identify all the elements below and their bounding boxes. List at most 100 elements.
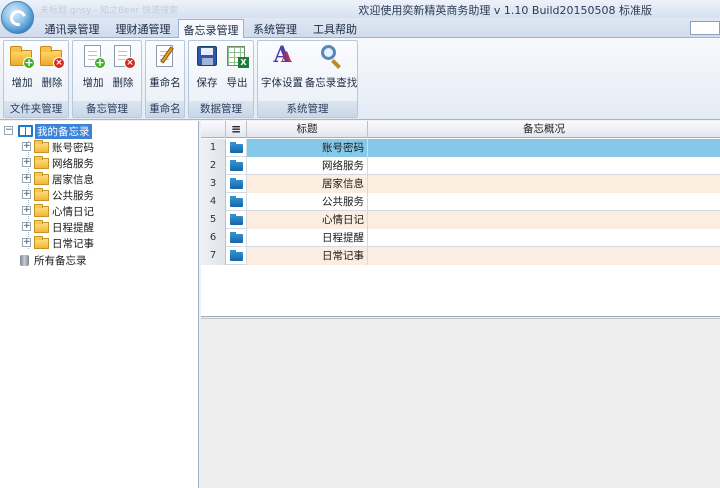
- table-row[interactable]: 1 账号密码: [201, 139, 720, 157]
- cell-title[interactable]: 心情日记: [247, 211, 368, 229]
- tree-node-folder[interactable]: + 网络服务: [22, 155, 192, 171]
- expand-icon[interactable]: +: [22, 222, 31, 231]
- group-data-manage: 保存 X 导出 数据管理: [188, 40, 254, 118]
- tree-node-label: 居家信息: [52, 174, 94, 186]
- tab-contacts[interactable]: 通讯录管理: [36, 19, 108, 38]
- folder-icon: [34, 236, 49, 249]
- tree-node-label: 所有备忘录: [34, 255, 87, 267]
- cell-title[interactable]: 居家信息: [247, 175, 368, 193]
- row-number: 1: [201, 139, 226, 157]
- expand-icon[interactable]: +: [22, 142, 31, 151]
- folder-icon: [34, 140, 49, 153]
- tree-node-folder[interactable]: + 账号密码: [22, 139, 192, 155]
- title-ghost-text: 未标题.gnsy - 知之Beer 快速搜索: [40, 6, 179, 16]
- row-number-header: [201, 121, 226, 138]
- tree-node-label: 网络服务: [52, 158, 94, 170]
- folder-icon: [34, 220, 49, 233]
- group-label: 系统管理: [258, 101, 357, 117]
- row-number: 4: [201, 193, 226, 211]
- tree-node-folder[interactable]: + 日常记事: [22, 235, 192, 251]
- memo-search-button[interactable]: 备忘录查找: [302, 42, 360, 98]
- cell-title[interactable]: 账号密码: [247, 139, 368, 157]
- group-label: 文件夹管理: [4, 101, 68, 117]
- expand-icon[interactable]: +: [22, 206, 31, 215]
- row-number: 5: [201, 211, 226, 229]
- tree-node-all-memos[interactable]: 所有备忘录: [18, 252, 188, 268]
- group-label: 备忘管理: [73, 101, 141, 117]
- quick-search-input[interactable]: [690, 21, 720, 35]
- font-settings-button[interactable]: AA 字体设置: [256, 42, 308, 98]
- export-button[interactable]: X 导出: [222, 42, 252, 98]
- folder-add-icon: +: [10, 44, 35, 69]
- tab-system[interactable]: 系统管理: [246, 19, 304, 38]
- group-system-manage: AA 字体设置 备忘录查找 系统管理: [257, 40, 358, 118]
- column-menu-icon[interactable]: ≡: [226, 121, 247, 138]
- memo-folder-tree: − 我的备忘录 + 账号密码 + 网络服务 + 居家信息 + 公共服务 + 心情…: [0, 121, 199, 488]
- cell-summary[interactable]: [368, 193, 720, 211]
- save-icon: [195, 44, 219, 68]
- tree-node-label: 账号密码: [52, 142, 94, 154]
- tree-node-root[interactable]: − 我的备忘录: [4, 123, 194, 139]
- tab-finance[interactable]: 理财通管理: [108, 19, 178, 38]
- tree-node-label: 我的备忘录: [35, 124, 92, 139]
- tree-node-folder[interactable]: + 心情日记: [22, 203, 192, 219]
- cell-title[interactable]: 日程提醒: [247, 229, 368, 247]
- folder-icon: [226, 175, 247, 193]
- tree-node-folder[interactable]: + 日程提醒: [22, 219, 192, 235]
- table-row[interactable]: 2 网络服务: [201, 157, 720, 175]
- collapse-icon[interactable]: −: [4, 126, 13, 135]
- row-number: 3: [201, 175, 226, 193]
- folder-icon: [34, 156, 49, 169]
- folder-delete-icon: ×: [40, 44, 65, 69]
- cell-title[interactable]: 网络服务: [247, 157, 368, 175]
- group-label: 数据管理: [189, 101, 253, 117]
- tree-node-folder[interactable]: + 居家信息: [22, 171, 192, 187]
- column-header-title[interactable]: 标题: [247, 121, 368, 138]
- folder-icon: [34, 172, 49, 185]
- tree-node-folder[interactable]: + 公共服务: [22, 187, 192, 203]
- font-settings-icon: AA: [273, 42, 292, 68]
- table-row[interactable]: 5 心情日记: [201, 211, 720, 229]
- column-header-summary[interactable]: 备忘概况: [368, 121, 720, 138]
- table-row[interactable]: 7 日常记事: [201, 247, 720, 265]
- group-folder-manage: + 增加 × 删除 文件夹管理: [3, 40, 69, 118]
- group-rename: 重命名 重命名: [145, 40, 185, 118]
- cell-title[interactable]: 日常记事: [247, 247, 368, 265]
- folder-icon: [226, 247, 247, 265]
- rename-button[interactable]: 重命名: [149, 42, 181, 98]
- app-menu-orb-icon[interactable]: [1, 1, 34, 34]
- memo-delete-button[interactable]: × 删除: [108, 42, 138, 98]
- folder-icon: [226, 211, 247, 229]
- row-number: 7: [201, 247, 226, 265]
- tab-memo[interactable]: 备忘录管理: [178, 19, 244, 39]
- tab-tools-help[interactable]: 工具帮助: [306, 19, 364, 38]
- expand-icon[interactable]: +: [22, 174, 31, 183]
- row-number: 6: [201, 229, 226, 247]
- memo-add-icon: +: [81, 44, 106, 69]
- memo-grid: ≡ 标题 备忘概况 1 账号密码 2 网络服务 3 居家信息 4 公共服务 5 …: [201, 121, 720, 317]
- cell-summary[interactable]: [368, 175, 720, 193]
- cell-summary[interactable]: [368, 157, 720, 175]
- table-row[interactable]: 6 日程提醒: [201, 229, 720, 247]
- table-row[interactable]: 3 居家信息: [201, 175, 720, 193]
- cell-title[interactable]: 公共服务: [247, 193, 368, 211]
- memo-preview-pane[interactable]: [201, 318, 720, 488]
- expand-icon[interactable]: +: [22, 238, 31, 247]
- folder-delete-button[interactable]: × 删除: [37, 42, 67, 98]
- cell-summary[interactable]: [368, 139, 720, 157]
- cell-summary[interactable]: [368, 247, 720, 265]
- folder-icon: [34, 204, 49, 217]
- tree-node-label: 公共服务: [52, 190, 94, 202]
- cell-summary[interactable]: [368, 211, 720, 229]
- group-label: 重命名: [146, 101, 184, 117]
- expand-icon[interactable]: +: [22, 190, 31, 199]
- cell-summary[interactable]: [368, 229, 720, 247]
- folder-icon: [34, 188, 49, 201]
- database-icon: [20, 255, 29, 266]
- grid-header: ≡ 标题 备忘概况: [201, 121, 720, 138]
- expand-icon[interactable]: +: [22, 158, 31, 167]
- folder-icon: [226, 157, 247, 175]
- rename-icon: [153, 44, 177, 68]
- title-bar: 未标题.gnsy - 知之Beer 快速搜索 欢迎使用奕新精英商务助理 v 1.…: [0, 0, 720, 18]
- table-row[interactable]: 4 公共服务: [201, 193, 720, 211]
